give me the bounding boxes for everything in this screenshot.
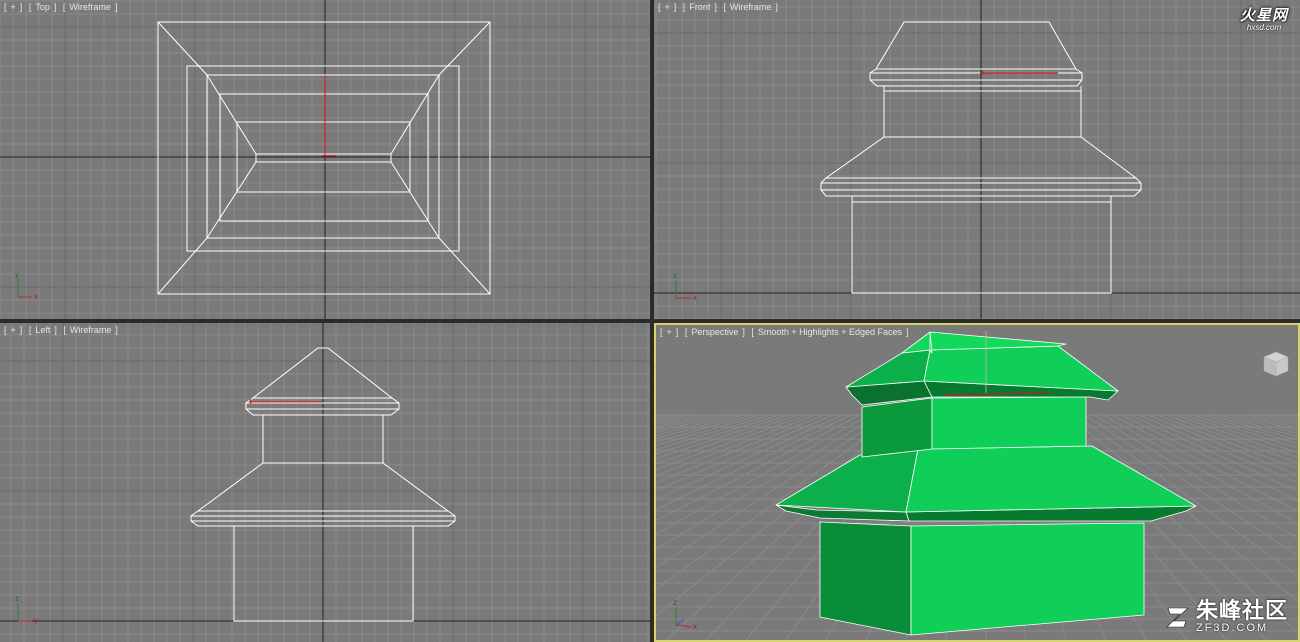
svg-text:z: z	[673, 598, 677, 607]
viewport-label-front[interactable]: [+] [Front] [Wireframe]	[658, 2, 782, 12]
viewport-front[interactable]: [+] [Front] [Wireframe] 火星网 hxsd.com z x	[654, 0, 1300, 319]
viewport-label-top[interactable]: [+] [Top] [Wireframe]	[4, 2, 121, 12]
viewport-label-left[interactable]: [+] [Left] [Wireframe]	[4, 325, 122, 335]
viewcube-icon[interactable]	[1260, 349, 1292, 379]
zf3d-logo-icon: 朱峰社区 ZF3D.COM	[1164, 600, 1288, 634]
axis-tripod-icon: y x	[15, 270, 38, 301]
svg-text:y: y	[34, 616, 38, 625]
axis-tripod-icon: z x	[673, 271, 697, 302]
svg-text:y: y	[15, 270, 19, 279]
svg-text:x: x	[34, 292, 38, 301]
viewport-left[interactable]: [+] [Left] [Wireframe] z y	[0, 323, 650, 642]
viewport-label-perspective[interactable]: [+] [Perspective] [Smooth + Highlights +…	[660, 327, 913, 337]
svg-text:z: z	[673, 271, 677, 280]
hxsd-logo-icon: 火星网 hxsd.com	[1239, 7, 1288, 32]
viewport-top[interactable]: [+] [Top] [Wireframe] y x	[0, 0, 650, 319]
svg-text:x: x	[693, 622, 697, 631]
axis-tripod-icon: z x	[673, 598, 697, 631]
svg-text:z: z	[15, 594, 19, 603]
viewport-perspective[interactable]: [+] [Perspective] [Smooth + Highlights +…	[654, 323, 1300, 642]
axis-tripod-icon: z y	[15, 594, 38, 625]
svg-text:x: x	[693, 293, 697, 302]
zf3d-z-mark-icon	[1166, 607, 1189, 628]
